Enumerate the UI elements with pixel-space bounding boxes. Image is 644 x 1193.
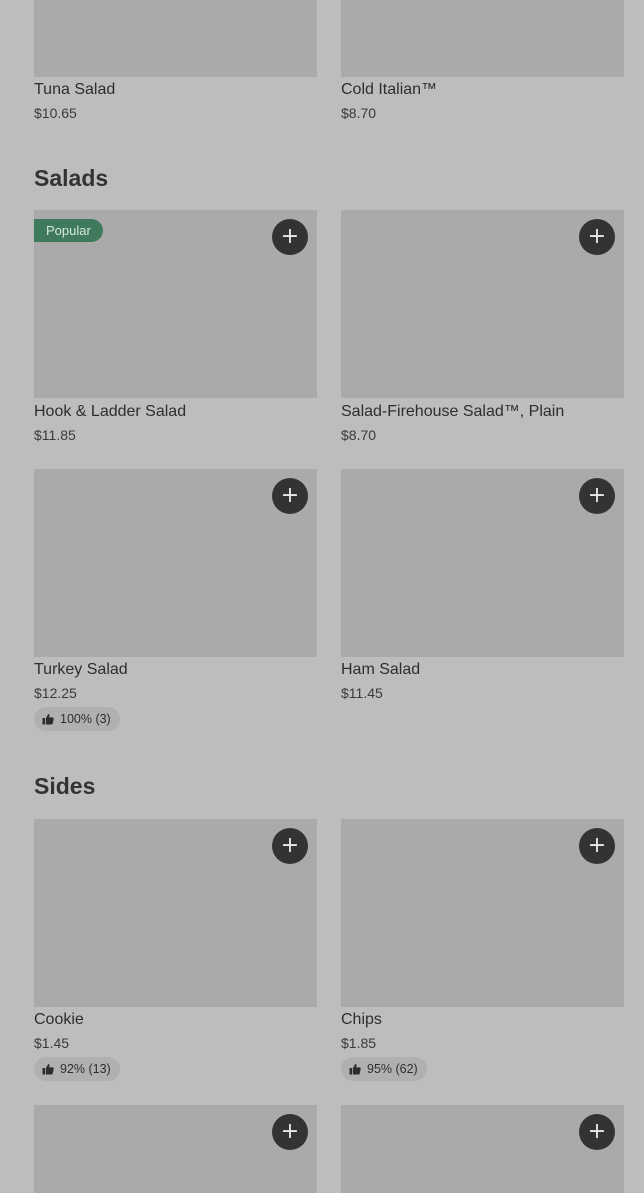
- item-name: Salad-Firehouse Salad™, Plain: [341, 403, 565, 420]
- add-to-cart-button[interactable]: +: [579, 828, 615, 864]
- rating-text: 92% (13): [60, 1062, 111, 1076]
- item-name: Chips: [341, 1011, 382, 1028]
- plus-icon: +: [280, 1119, 300, 1144]
- rating-text: 95% (62): [367, 1062, 418, 1076]
- add-to-cart-button[interactable]: +: [579, 478, 615, 514]
- item-price: $1.45: [34, 1035, 70, 1051]
- rating-badge: 95% (62): [341, 1057, 427, 1081]
- add-to-cart-button[interactable]: +: [579, 219, 615, 255]
- rating-badge: 92% (13): [34, 1057, 120, 1081]
- item-price: $11.85: [34, 427, 76, 443]
- plus-icon: +: [587, 483, 607, 508]
- thumbs-up-icon: [42, 714, 54, 725]
- item-price: $8.70: [341, 105, 377, 121]
- plus-icon: +: [587, 833, 607, 858]
- add-to-cart-button[interactable]: +: [272, 1114, 308, 1150]
- rating-badge: 100% (3): [34, 707, 120, 731]
- item-name: Cookie: [34, 1011, 84, 1028]
- thumbs-up-icon: [42, 1064, 54, 1075]
- item-price: $1.85: [341, 1035, 377, 1051]
- item-image[interactable]: [34, 1105, 317, 1193]
- add-to-cart-button[interactable]: +: [272, 219, 308, 255]
- rating-text: 100% (3): [60, 712, 111, 726]
- item-name: Tuna Salad: [34, 81, 116, 98]
- item-price: $10.65: [34, 105, 77, 121]
- popular-badge: Popular: [34, 219, 103, 242]
- plus-icon: +: [587, 224, 607, 249]
- item-name: Turkey Salad: [34, 661, 128, 678]
- item-image[interactable]: [34, 0, 317, 77]
- add-to-cart-button[interactable]: +: [272, 828, 308, 864]
- section-title-salads: Salads: [34, 165, 109, 191]
- plus-icon: +: [280, 483, 300, 508]
- thumbs-up-icon: [349, 1064, 361, 1075]
- section-title-sides: Sides: [34, 773, 96, 799]
- item-name: Hook & Ladder Salad: [34, 403, 187, 420]
- add-to-cart-button[interactable]: +: [579, 1114, 615, 1150]
- add-to-cart-button[interactable]: +: [272, 478, 308, 514]
- item-name: Ham Salad: [341, 661, 421, 678]
- item-image[interactable]: [341, 0, 624, 77]
- item-name: Cold Italian™: [341, 81, 438, 98]
- item-price: $12.25: [34, 685, 77, 701]
- item-price: $8.70: [341, 427, 377, 443]
- plus-icon: +: [280, 833, 300, 858]
- item-image[interactable]: [341, 1105, 624, 1193]
- plus-icon: +: [280, 224, 300, 249]
- plus-icon: +: [587, 1119, 607, 1144]
- item-price: $11.45: [341, 685, 383, 701]
